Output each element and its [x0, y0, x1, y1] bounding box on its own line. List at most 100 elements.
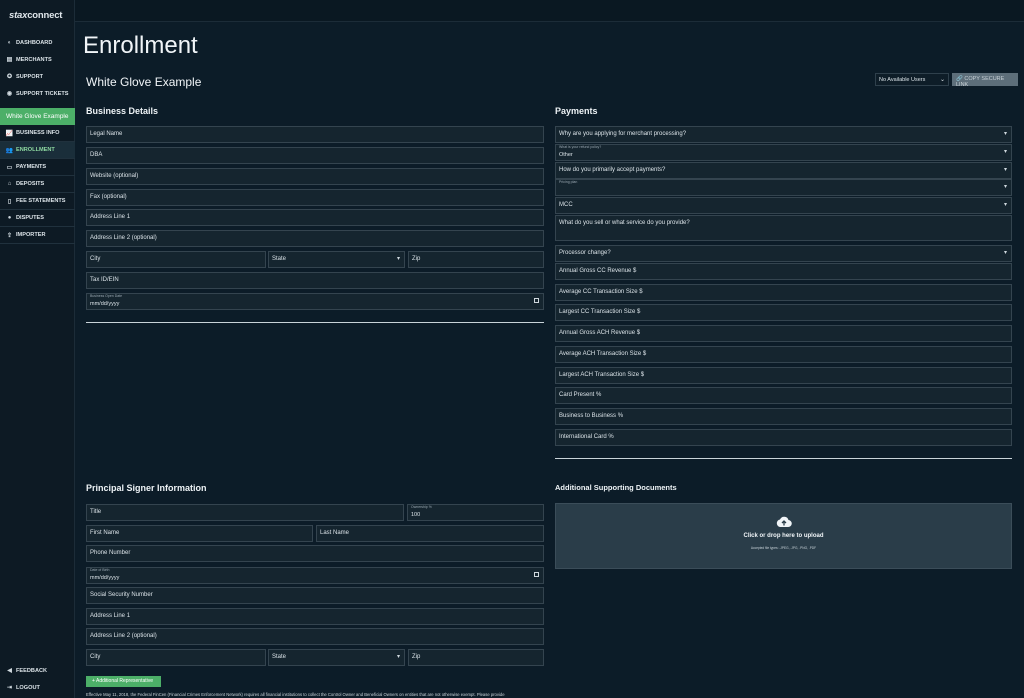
sidebar-item-enrollment[interactable]: 👥 ENROLLMENT [0, 142, 75, 159]
sidebar-item-support[interactable]: ✪ SUPPORT [0, 68, 75, 85]
sidebar-merchant-group[interactable]: White Glove Example [0, 108, 75, 125]
mcc-select[interactable]: MCC ▾ [555, 197, 1012, 214]
field-label: Ownership % [411, 505, 432, 509]
signer-city-field[interactable]: City [86, 649, 266, 666]
dba-field[interactable]: DBA [86, 147, 544, 164]
card-present-field[interactable]: Card Present % [555, 387, 1012, 404]
sidebar-nav: ◐ DASHBOARD ▤ MERCHANTS ✪ SUPPORT ◉ SUPPORT … [0, 34, 75, 244]
sidebar-item-deposits[interactable]: ⌂ DEPOSITS [0, 176, 75, 193]
ownership-field[interactable]: Ownership % 100 [407, 504, 544, 521]
sidebar-item-label: BUSINESS INFO [16, 130, 60, 136]
payments-heading: Payments [555, 106, 598, 116]
sidebar-item-label: FEE STATEMENTS [16, 198, 66, 204]
signer-state-select[interactable]: State ▾ [268, 649, 405, 666]
signer-address-line-2-field[interactable]: Address Line 2 (optional) [86, 628, 544, 645]
address-line-1-field[interactable]: Address Line 1 [86, 209, 544, 226]
zip-field[interactable]: Zip [408, 251, 544, 268]
document-upload-dropzone[interactable]: Click or drop here to upload Accepted fi… [555, 503, 1012, 569]
main-content: Enrollment White Glove Example No Availa… [75, 0, 1024, 698]
sidebar-item-label: PAYMENTS [16, 164, 47, 170]
sidebar-item-dashboard[interactable]: ◐ DASHBOARD [0, 34, 75, 51]
address-line-2-field[interactable]: Address Line 2 (optional) [86, 230, 544, 247]
annual-ach-revenue-field[interactable]: Annual Gross ACH Revenue $ [555, 325, 1012, 342]
signer-address-line-1-field[interactable]: Address Line 1 [86, 608, 544, 625]
avg-cc-size-field[interactable]: Average CC Transaction Size $ [555, 284, 1012, 301]
largest-cc-size-field[interactable]: Largest CC Transaction Size $ [555, 304, 1012, 321]
largest-ach-size-field[interactable]: Largest ACH Transaction Size $ [555, 367, 1012, 384]
ssn-field[interactable]: Social Security Number [86, 587, 544, 604]
section-divider [555, 458, 1012, 459]
tax-id-field[interactable]: Tax ID/EIN [86, 272, 544, 289]
add-representative-button[interactable]: + Additional Representative [86, 676, 161, 687]
sidebar-item-merchants[interactable]: ▤ MERCHANTS [0, 51, 75, 68]
sidebar-item-importer[interactable]: ⇪ IMPORTER [0, 227, 75, 244]
b2b-field[interactable]: Business to Business % [555, 408, 1012, 425]
sidebar-item-label: DISPUTES [16, 215, 44, 221]
sidebar-item-label: DASHBOARD [16, 39, 53, 46]
sidebar-item-payments[interactable]: ▭ PAYMENTS [0, 159, 75, 176]
users-select-value: No Available Users [879, 77, 926, 83]
signer-zip-field[interactable]: Zip [408, 649, 544, 666]
legal-name-field[interactable]: Legal Name [86, 126, 544, 143]
megaphone-icon: ◀ [7, 668, 12, 674]
first-name-field[interactable]: First Name [86, 525, 313, 542]
sidebar-item-label: IMPORTER [16, 232, 46, 238]
dashboard-icon: ◐ [7, 39, 12, 46]
sidebar-item-label: ENROLLMENT [16, 147, 55, 153]
last-name-field[interactable]: Last Name [316, 525, 544, 542]
field-label: What is your refund policy? [559, 145, 602, 149]
users-icon: 👥 [5, 147, 14, 154]
what-sell-textarea[interactable]: What do you sell or what service do you … [555, 215, 1012, 241]
users-select[interactable]: No Available Users ⌄ [875, 73, 949, 86]
merchant-title: White Glove Example [86, 75, 202, 89]
sidebar-item-label: SUPPORT TICKETS [16, 90, 69, 97]
calendar-icon[interactable] [534, 298, 539, 303]
fax-field[interactable]: Fax (optional) [86, 189, 544, 206]
international-card-field[interactable]: International Card % [555, 429, 1012, 446]
sidebar-item-disputes[interactable]: ● DISPUTES [0, 210, 75, 227]
caret-down-icon: ▾ [1003, 202, 1007, 208]
sidebar-item-logout[interactable]: ⇥ LOGOUT [0, 679, 75, 696]
sidebar-item-business-info[interactable]: 📈 BUSINESS INFO [0, 125, 75, 142]
upload-icon: ⇪ [6, 232, 13, 239]
annual-cc-revenue-field[interactable]: Annual Gross CC Revenue $ [555, 263, 1012, 280]
state-select[interactable]: State ▾ [268, 251, 405, 268]
upload-subtext: Accepted file types: .JPEG, .JPG, .PNG, … [750, 546, 817, 550]
document-icon: ▯ [7, 198, 12, 205]
field-value: 100 [411, 512, 421, 518]
state-select-label: State [272, 256, 287, 262]
signer-title-field[interactable]: Title [86, 504, 404, 521]
why-applying-select[interactable]: Why are you applying for merchant proces… [555, 126, 1012, 143]
avg-ach-size-field[interactable]: Average ACH Transaction Size $ [555, 346, 1012, 363]
sidebar-item-feedback[interactable]: ◀ FEEDBACK [0, 662, 75, 679]
caret-down-icon: ▾ [1003, 131, 1007, 137]
sidebar-item-support-tickets[interactable]: ◉ SUPPORT TICKETS [0, 85, 75, 102]
sidebar-item-label: FEEDBACK [16, 667, 48, 674]
field-label: Pricing plan [559, 180, 578, 184]
copy-secure-link-button[interactable]: 🔗 COPY SECURE LINK [952, 73, 1018, 88]
website-field[interactable]: Website (optional) [86, 168, 544, 185]
sidebar-bottom: ◀ FEEDBACK ⇥ LOGOUT [0, 662, 75, 696]
caret-down-icon: ▾ [1003, 250, 1007, 256]
refund-policy-select[interactable]: What is your refund policy? Other ▾ [555, 144, 1012, 161]
caret-down-icon: ▾ [1003, 167, 1007, 173]
top-bar [75, 0, 1024, 22]
cloud-upload-icon [776, 516, 792, 528]
processor-change-select[interactable]: Processor change? ▾ [555, 245, 1012, 262]
pricing-plan-select[interactable]: Pricing plan ▾ [555, 179, 1012, 196]
business-open-date-field[interactable]: Business Open Date mm/dd/yyyy [86, 293, 544, 310]
field-value: mm/dd/yyyy [90, 301, 120, 307]
principal-signer-heading: Principal Signer Information [86, 483, 207, 493]
accept-payments-select[interactable]: How do you primarily accept payments? ▾ [555, 162, 1012, 179]
phone-field[interactable]: Phone Number [86, 545, 544, 562]
app-logo[interactable]: staxconnect [9, 10, 62, 21]
caret-down-icon: ▾ [1003, 149, 1007, 155]
store-icon: ▤ [6, 57, 13, 63]
city-field[interactable]: City [86, 251, 266, 268]
textarea-label: What do you sell or what service do you … [559, 220, 690, 226]
sidebar-item-fee-statements[interactable]: ▯ FEE STATEMENTS [0, 193, 75, 210]
date-of-birth-field[interactable]: Date of Birth mm/dd/yyyy [86, 567, 544, 584]
calendar-icon[interactable] [534, 572, 539, 577]
lifebuoy-icon: ✪ [6, 74, 13, 80]
upload-text: Click or drop here to upload [743, 533, 824, 539]
